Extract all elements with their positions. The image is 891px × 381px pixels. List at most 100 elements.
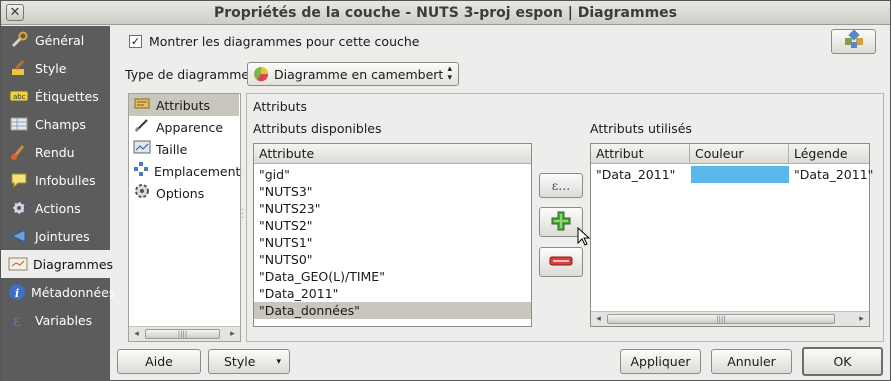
- column-header: Attribute: [254, 144, 531, 164]
- svg-text:i: i: [15, 287, 19, 300]
- splitter-handle[interactable]: · · ·: [241, 206, 244, 224]
- paintbrush-icon: [8, 142, 30, 162]
- diagram-type-label: Type de diagramme: [125, 67, 250, 82]
- settings-tab-list: Attributs Apparence Taille Emplacement O…: [128, 93, 241, 342]
- title-bar: ✕ Propriétés de la couche - NUTS 3-proj …: [1, 1, 890, 25]
- updown-arrows-icon: ▴ ▾: [447, 64, 452, 83]
- tab-appearance[interactable]: Apparence: [129, 116, 239, 138]
- attributes-icon: [133, 96, 151, 114]
- style-menu-button[interactable]: Style ▾: [208, 349, 290, 374]
- tab-label: Attributs: [156, 97, 211, 113]
- tab-label: Emplacement: [154, 163, 241, 179]
- column-header-legende: Légende: [794, 146, 848, 161]
- scroll-right-icon[interactable]: ▸: [226, 328, 239, 340]
- tab-label: Options: [156, 185, 205, 201]
- tab-placement[interactable]: Emplacement: [129, 160, 241, 182]
- sidebar-item-label: Étiquettes: [35, 88, 99, 104]
- sidebar-item-tooltips[interactable]: Infobulles: [1, 166, 110, 194]
- help-button[interactable]: Aide: [117, 349, 201, 374]
- available-attributes-label: Attributs disponibles: [253, 121, 382, 136]
- ok-button[interactable]: OK: [802, 347, 883, 376]
- svg-text:abc: abc: [13, 93, 26, 101]
- list-item[interactable]: "NUTS23": [254, 200, 531, 217]
- sidebar-item-actions[interactable]: Actions: [1, 194, 110, 222]
- expression-button[interactable]: ε...: [539, 173, 583, 198]
- column-header-couleur: Couleur: [695, 146, 744, 161]
- tab-label: Taille: [156, 141, 188, 157]
- sidebar-item-label: Diagrammes: [33, 256, 114, 272]
- sidebar-item-style[interactable]: Style: [1, 54, 110, 82]
- list-item[interactable]: "Data_2011": [254, 285, 531, 302]
- minus-icon: [549, 255, 573, 270]
- style-button-label: Style: [224, 354, 256, 369]
- used-attributes-table: Attribut Couleur Légende "Data_2011" "Da…: [590, 143, 873, 327]
- remove-attribute-button[interactable]: [539, 247, 583, 277]
- tab-label: Apparence: [156, 119, 224, 135]
- used-table-scrollbar[interactable]: ◂ |||| ▸: [591, 311, 869, 326]
- sidebar-item-label: Actions: [35, 200, 81, 216]
- placement-icon: [133, 161, 149, 181]
- sidebar-item-diagrams[interactable]: Diagrammes: [1, 250, 113, 278]
- info-icon: i: [8, 282, 26, 302]
- diagram-settings-button[interactable]: [831, 29, 876, 54]
- sidebar: Général Style abc Étiquettes Champs Rend…: [1, 26, 115, 381]
- cancel-button[interactable]: Annuler: [711, 349, 792, 374]
- diagram-icon: [8, 254, 28, 274]
- window-title: Propriétés de la couche - NUTS 3-proj es…: [213, 5, 677, 21]
- sidebar-item-label: Variables: [35, 312, 93, 328]
- sidebar-item-variables[interactable]: ε Variables: [1, 306, 110, 334]
- list-item[interactable]: "NUTS3": [254, 183, 531, 200]
- list-item[interactable]: "gid": [254, 166, 531, 183]
- legende-cell[interactable]: "Data_2011": [794, 166, 873, 183]
- mouse-cursor-icon: [577, 227, 591, 246]
- speech-bubble-icon: [8, 170, 30, 190]
- tab-attributes[interactable]: Attributs: [129, 94, 239, 116]
- tab-options[interactable]: Options: [129, 182, 239, 204]
- table-header: Attribut Couleur Légende: [591, 144, 869, 164]
- show-diagrams-checkbox[interactable]: ✓: [129, 35, 142, 48]
- sidebar-item-label: Métadonnées: [31, 284, 116, 300]
- used-attributes-label: Attributs utilisés: [590, 121, 692, 136]
- brush-icon: [8, 58, 30, 78]
- show-diagrams-label: Montrer les diagrammes pour cette couche: [149, 34, 420, 49]
- attribut-cell[interactable]: "Data_2011": [596, 166, 675, 183]
- list-item[interactable]: "NUTS1": [254, 234, 531, 251]
- tab-list-scrollbar[interactable]: ◂ |||| ▸: [129, 326, 240, 341]
- sidebar-item-rendering[interactable]: Rendu: [1, 138, 110, 166]
- sidebar-item-joins[interactable]: Jointures: [1, 222, 110, 250]
- list-item[interactable]: "Data_GEO(L)/TIME": [254, 268, 531, 285]
- chevron-down-icon: ▾: [276, 356, 281, 367]
- sidebar-item-label: Infobulles: [35, 172, 96, 188]
- sidebar-item-label: Style: [35, 60, 67, 76]
- sidebar-item-labels[interactable]: abc Étiquettes: [1, 82, 110, 110]
- sidebar-item-fields[interactable]: Champs: [1, 110, 110, 138]
- sidebar-item-label: Champs: [35, 116, 86, 132]
- diagram-type-value: Diagramme en camembert: [274, 66, 444, 82]
- sidebar-item-metadata[interactable]: i Métadonnées: [1, 278, 115, 306]
- list-item[interactable]: "NUTS2": [254, 217, 531, 234]
- list-item[interactable]: "NUTS0": [254, 251, 531, 268]
- diagram-settings-icon: [843, 29, 865, 53]
- sidebar-item-general[interactable]: Général: [1, 26, 110, 54]
- layer-properties-window: ✕ Propriétés de la couche - NUTS 3-proj …: [0, 0, 891, 381]
- diagram-type-combo[interactable]: Diagramme en camembert ▴ ▾: [247, 62, 459, 86]
- scroll-right-icon[interactable]: ▸: [855, 313, 868, 325]
- scrollbar-thumb[interactable]: ||||: [145, 329, 220, 339]
- table-row[interactable]: "Data_2011" "Data_2011": [591, 166, 873, 183]
- scrollbar-thumb[interactable]: ||||: [607, 314, 835, 324]
- options-gear-icon: [133, 183, 151, 203]
- svg-text:ε: ε: [13, 311, 21, 329]
- join-icon: [8, 226, 30, 246]
- sidebar-item-label: Jointures: [35, 228, 90, 244]
- scroll-left-icon[interactable]: ◂: [130, 328, 143, 340]
- column-header-attribut: Attribut: [596, 146, 644, 161]
- apply-button[interactable]: Appliquer: [620, 349, 701, 374]
- tab-size[interactable]: Taille: [129, 138, 239, 160]
- labels-icon: abc: [8, 86, 30, 106]
- scroll-left-icon[interactable]: ◂: [592, 313, 605, 325]
- color-swatch[interactable]: [691, 166, 789, 183]
- table-icon: [8, 114, 30, 134]
- list-item-selected[interactable]: "Data_données": [254, 302, 531, 319]
- size-icon: [133, 140, 151, 158]
- gear-icon: [8, 198, 30, 218]
